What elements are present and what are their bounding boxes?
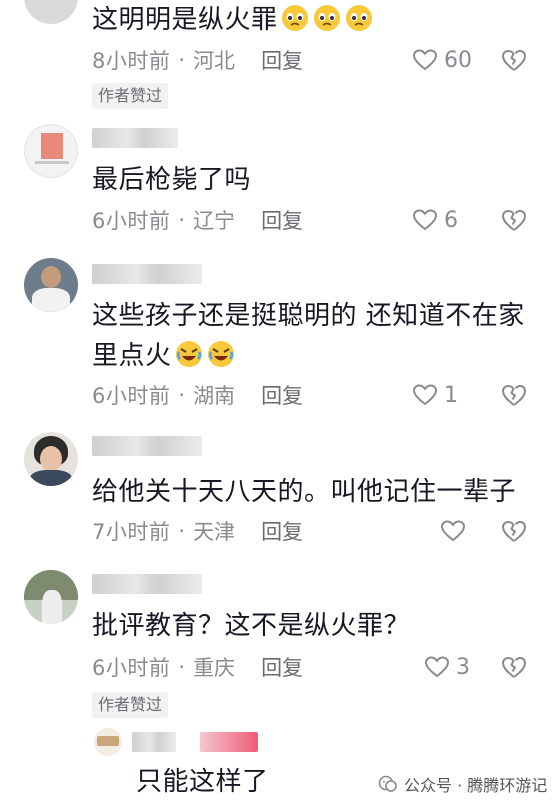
comment-meta: 6小时前 · 湖南 回复 bbox=[92, 380, 303, 410]
username-blurred[interactable] bbox=[92, 128, 178, 148]
watermark-text: 公众号 · 腾腾环游记 bbox=[404, 776, 548, 795]
broken-heart-icon[interactable] bbox=[500, 653, 528, 681]
like-count: 3 bbox=[456, 654, 470, 680]
avatar[interactable] bbox=[24, 570, 78, 624]
comment-text: 这明明是纵火罪 bbox=[92, 0, 536, 40]
avatar[interactable] bbox=[24, 124, 78, 178]
like-count: 6 bbox=[444, 207, 458, 233]
wechat-official-account-icon bbox=[378, 775, 397, 792]
broken-heart-icon[interactable] bbox=[500, 517, 528, 545]
heart-icon bbox=[412, 209, 438, 231]
watermark: 公众号 · 腾腾环游记 bbox=[378, 772, 547, 796]
comment-location: 河北 bbox=[193, 49, 236, 73]
avatar[interactable] bbox=[24, 432, 78, 486]
rolling-laughing-emoji-icon bbox=[207, 341, 234, 367]
comment-location: 湖南 bbox=[193, 384, 236, 408]
reply-button[interactable]: 回复 bbox=[261, 45, 303, 75]
comment-time: 6小时前 bbox=[92, 656, 171, 680]
like-count: 60 bbox=[444, 47, 472, 73]
comment-time: 6小时前 bbox=[92, 209, 171, 233]
username-blurred[interactable] bbox=[92, 436, 202, 456]
comment-meta: 7小时前 · 天津 回复 bbox=[92, 516, 303, 546]
heart-icon bbox=[424, 656, 450, 678]
pleading-face-emoji-icon bbox=[281, 5, 308, 31]
reply-button[interactable]: 回复 bbox=[261, 652, 303, 682]
avatar[interactable] bbox=[24, 258, 78, 312]
broken-heart-icon[interactable] bbox=[500, 381, 528, 409]
comment-meta: 8小时前 · 河北 回复 bbox=[92, 45, 303, 75]
like-count: 1 bbox=[444, 382, 458, 408]
username-blurred[interactable] bbox=[92, 264, 202, 284]
like-button[interactable]: 3 bbox=[424, 650, 470, 684]
comment-meta: 6小时前 · 辽宁 回复 bbox=[92, 205, 303, 235]
heart-icon bbox=[412, 49, 438, 71]
comment-text: 给他关十天八天的。叫他记住一辈子 bbox=[92, 477, 517, 507]
meta-separator: · bbox=[178, 383, 186, 407]
comment-location: 辽宁 bbox=[193, 209, 236, 233]
broken-heart-icon[interactable] bbox=[500, 206, 528, 234]
author-tag-blurred bbox=[200, 732, 258, 752]
username-blurred[interactable] bbox=[92, 574, 202, 594]
comment-location: 重庆 bbox=[193, 656, 236, 680]
username-blurred[interactable] bbox=[132, 732, 176, 752]
broken-heart-icon[interactable] bbox=[500, 46, 528, 74]
reply-button[interactable]: 回复 bbox=[261, 516, 303, 546]
avatar[interactable] bbox=[94, 728, 122, 756]
meta-separator: · bbox=[178, 655, 186, 679]
comment-text: 批评教育？这不是纵火罪？ bbox=[92, 611, 411, 641]
comment-text: 最后枪毙了吗 bbox=[92, 165, 252, 195]
comment-meta: 6小时前 · 重庆 回复 bbox=[92, 652, 303, 682]
comment-text: 这些孩子还是挺聪明的 还知道不在家里点火 bbox=[92, 301, 525, 371]
like-button[interactable]: 60 bbox=[412, 43, 472, 77]
author-liked-badge: 作者赞过 bbox=[92, 692, 169, 718]
like-button[interactable]: 6 bbox=[412, 203, 458, 237]
meta-separator: · bbox=[178, 48, 186, 72]
comment-time: 7小时前 bbox=[92, 520, 171, 544]
pleading-face-emoji-icon bbox=[313, 5, 340, 31]
reply-button[interactable]: 回复 bbox=[261, 380, 303, 410]
meta-separator: · bbox=[178, 519, 186, 543]
comment-time: 8小时前 bbox=[92, 49, 171, 73]
avatar[interactable] bbox=[24, 0, 78, 24]
like-button[interactable]: 1 bbox=[412, 378, 458, 412]
comment-time: 6小时前 bbox=[92, 384, 171, 408]
meta-separator: · bbox=[178, 208, 186, 232]
rolling-laughing-emoji-icon bbox=[175, 341, 202, 367]
author-liked-badge: 作者赞过 bbox=[92, 83, 169, 109]
heart-icon bbox=[440, 520, 466, 542]
heart-icon bbox=[412, 384, 438, 406]
comment-location: 天津 bbox=[193, 520, 236, 544]
reply-button[interactable]: 回复 bbox=[261, 205, 303, 235]
like-button[interactable] bbox=[440, 514, 466, 548]
pleading-face-emoji-icon bbox=[345, 5, 372, 31]
